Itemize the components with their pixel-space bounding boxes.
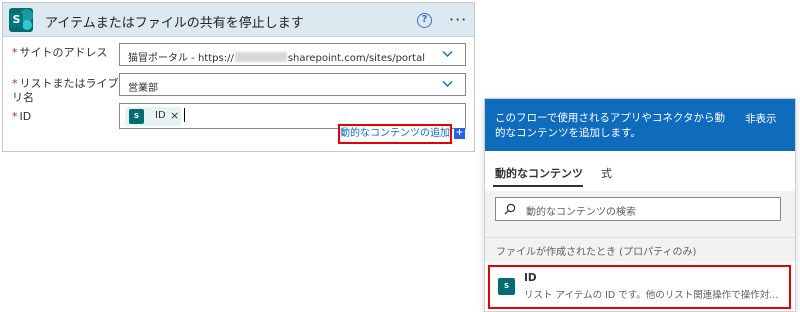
- item-name: ID: [524, 272, 537, 284]
- dynamic-content-item-id[interactable]: S ID リスト アイテムの ID です。他のリスト関連操作で操作対...: [488, 265, 791, 309]
- hide-button[interactable]: 非表示: [745, 111, 777, 126]
- action-title: アイテムまたはファイルの共有を停止します: [45, 16, 304, 31]
- id-token[interactable]: S ID ×: [125, 107, 181, 126]
- sharepoint-icon: S: [129, 109, 144, 124]
- active-tab-indicator: [493, 185, 583, 187]
- tab-expression[interactable]: 式: [601, 165, 612, 181]
- search-icon: [504, 203, 516, 215]
- dynamic-content-search-input[interactable]: 動的なコンテンツの検索: [495, 197, 781, 221]
- search-area: 動的なコンテンツの検索: [485, 191, 795, 237]
- sharepoint-icon: S: [9, 8, 33, 32]
- dynamic-content-panel: このフローで使用されるアプリやコネクタから動的なコンテンツを追加します。 非表示…: [484, 98, 796, 312]
- token-remove-icon[interactable]: ×: [170, 109, 179, 122]
- add-dynamic-content-link[interactable]: 動的なコンテンツの追加: [338, 124, 452, 144]
- redacted-text: [234, 52, 287, 62]
- sharepoint-icon: S: [498, 278, 515, 295]
- site-address-label: * サイトのアドレス: [12, 46, 108, 59]
- panel-description: このフローで使用されるアプリやコネクタから動的なコンテンツを追加します。: [495, 112, 725, 139]
- tab-dynamic-content[interactable]: 動的なコンテンツ: [495, 165, 583, 181]
- section-title: ファイルが作成されたとき (プロパティのみ): [496, 247, 697, 258]
- site-address-value: 猫冒ポータル - https://sharepoint.com/sites/po…: [128, 52, 425, 64]
- token-label: ID: [155, 110, 166, 121]
- action-card-header[interactable]: S アイテムまたはファイルの共有を停止します ? ···: [3, 3, 474, 37]
- list-name-value: 営業部: [128, 83, 158, 94]
- section-header: ファイルが作成されたとき (プロパティのみ): [485, 237, 795, 262]
- panel-tabs: 動的なコンテンツ 式: [485, 151, 795, 191]
- list-name-label: * リストまたはライブラ リ名: [12, 77, 130, 104]
- item-description: リスト アイテムの ID です。他のリスト関連操作で操作対...: [524, 290, 779, 301]
- text-caret: [184, 108, 185, 122]
- chevron-down-icon[interactable]: [442, 78, 453, 89]
- add-plus-icon[interactable]: +: [454, 128, 465, 139]
- list-name-dropdown[interactable]: 営業部: [119, 73, 466, 96]
- required-mark: *: [12, 46, 18, 59]
- id-label: * ID: [12, 110, 32, 123]
- chevron-down-icon[interactable]: [442, 48, 453, 59]
- search-placeholder: 動的なコンテンツの検索: [526, 207, 636, 218]
- more-options-icon[interactable]: ···: [449, 10, 467, 29]
- site-address-dropdown[interactable]: 猫冒ポータル - https://sharepoint.com/sites/po…: [119, 43, 466, 66]
- panel-header: このフローで使用されるアプリやコネクタから動的なコンテンツを追加します。 非表示: [485, 99, 795, 151]
- help-icon[interactable]: ?: [417, 13, 432, 28]
